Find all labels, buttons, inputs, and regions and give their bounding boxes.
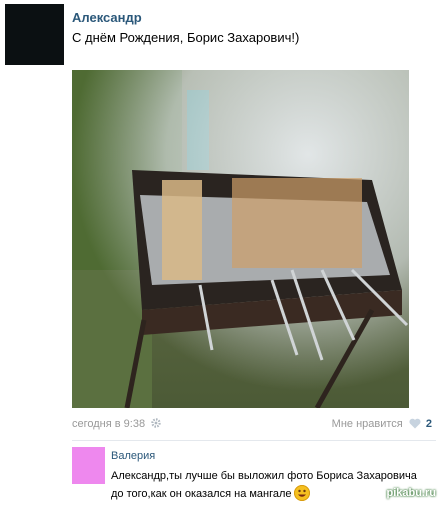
- smile-emoji-icon: [293, 485, 310, 501]
- like-label: Мне нравится: [331, 418, 403, 430]
- comments-divider: [72, 440, 436, 441]
- avatar[interactable]: [5, 4, 64, 65]
- like-button[interactable]: Мне нравится 2: [332, 418, 432, 430]
- pikabu-watermark: pikabu.ru: [386, 487, 436, 499]
- post-photo[interactable]: [72, 70, 409, 408]
- heart-icon: [409, 418, 421, 429]
- comment-text: Александр,ты лучше бы выложил фото Борис…: [111, 467, 429, 503]
- barbecue-photo-image: [72, 70, 409, 408]
- comment-avatar[interactable]: [72, 447, 105, 484]
- comment-author-link[interactable]: Валерия: [111, 450, 155, 462]
- post-text: С днём Рождения, Борис Захарович!): [72, 30, 300, 45]
- comment-body: Александр,ты лучше бы выложил фото Борис…: [111, 470, 417, 500]
- like-count: 2: [425, 418, 432, 430]
- post-date-link[interactable]: сегодня в 9:38: [72, 418, 161, 430]
- gear-icon[interactable]: [151, 418, 161, 428]
- post-date: сегодня в 9:38: [72, 418, 146, 430]
- wall-post: Александр С днём Рождения, Борис Захаров…: [0, 0, 439, 505]
- post-author-link[interactable]: Александр: [72, 10, 142, 25]
